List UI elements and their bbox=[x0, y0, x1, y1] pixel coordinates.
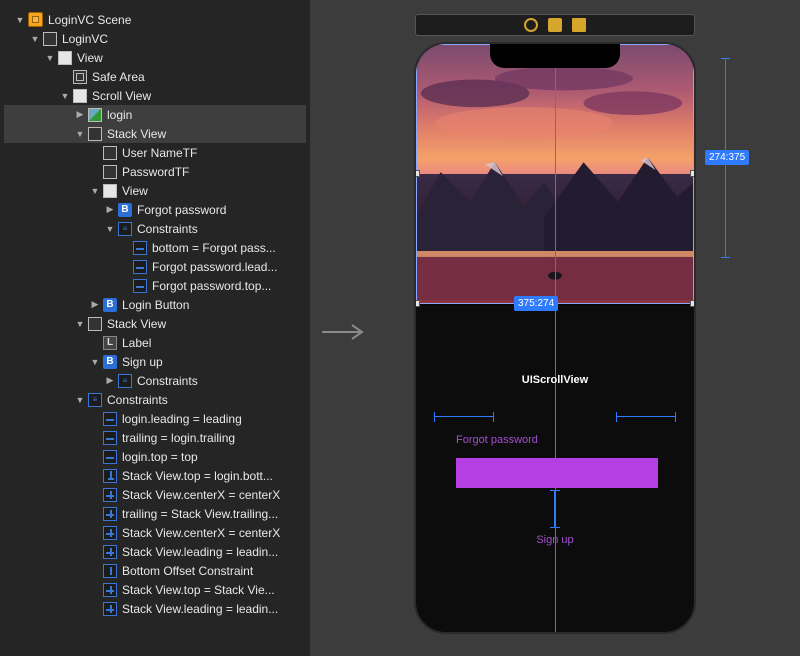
outline-row[interactable]: ▶BLogin Button bbox=[4, 295, 306, 314]
toolbar-button-3[interactable] bbox=[572, 18, 586, 32]
outline-item-label: View bbox=[77, 51, 103, 65]
outline-row[interactable]: Forgot password.top... bbox=[4, 276, 306, 295]
outline-item-label: Scroll View bbox=[92, 89, 151, 103]
disclosure-triangle-icon[interactable]: ▼ bbox=[29, 33, 41, 45]
outline-item-label: Stack View bbox=[107, 317, 166, 331]
outline-row[interactable]: ▼ View bbox=[4, 181, 306, 200]
login-button[interactable] bbox=[456, 458, 658, 488]
outline-item-label: Stack View.top = Stack Vie... bbox=[122, 583, 275, 597]
disclosure-triangle-icon[interactable]: ▼ bbox=[44, 52, 56, 64]
outline-item-label: login bbox=[107, 108, 132, 122]
outline-row[interactable]: ▶ login bbox=[4, 105, 306, 124]
outline-row[interactable]: Stack View.leading = leadin... bbox=[4, 542, 306, 561]
outline-row[interactable]: Stack View.leading = leadin... bbox=[4, 599, 306, 618]
disclosure-triangle-icon[interactable]: ▶ bbox=[104, 204, 116, 216]
spacing-guide-left bbox=[434, 412, 494, 422]
device-preview[interactable]: 375:274 UIScrollView Forgot password Sig… bbox=[414, 42, 696, 634]
outline-row[interactable]: Forgot password.lead... bbox=[4, 257, 306, 276]
outline-row[interactable]: ▼ Stack View bbox=[4, 314, 306, 333]
disclosure-triangle-icon[interactable]: ▼ bbox=[89, 356, 101, 368]
outline-row[interactable]: bottom = Forgot pass... bbox=[4, 238, 306, 257]
disclosure-triangle-icon[interactable]: ▶ bbox=[89, 299, 101, 311]
outline-item-label: Constraints bbox=[137, 222, 198, 236]
disclosure-triangle-icon[interactable]: ▼ bbox=[59, 90, 71, 102]
dimension-badge-right: 274:375 bbox=[705, 150, 749, 165]
outline-row[interactable]: ▼ Stack View bbox=[4, 124, 306, 143]
outline-item-label: Stack View.leading = leadin... bbox=[122, 602, 278, 616]
toolbar-button-1[interactable] bbox=[524, 18, 538, 32]
outline-item-label: login.top = top bbox=[122, 450, 198, 464]
outline-row[interactable]: ▼ View bbox=[4, 48, 306, 67]
outline-row[interactable]: Stack View.centerX = centerX bbox=[4, 523, 306, 542]
outline-item-label: Label bbox=[122, 336, 151, 350]
forgot-password-button[interactable]: Forgot password bbox=[456, 434, 538, 446]
outline-item-label: User NameTF bbox=[122, 146, 197, 160]
outline-row[interactable]: trailing = login.trailing bbox=[4, 428, 306, 447]
outline-row[interactable]: login.top = top bbox=[4, 447, 306, 466]
outline-item-label: Stack View.centerX = centerX bbox=[122, 526, 280, 540]
outline-item-label: Forgot password.lead... bbox=[152, 260, 277, 274]
outline-row[interactable]: ▶≡Constraints bbox=[4, 371, 306, 390]
outline-item-label: Login Button bbox=[122, 298, 189, 312]
outline-item-label: login.leading = leading bbox=[122, 412, 242, 426]
outline-row[interactable]: Stack View.top = login.bott... bbox=[4, 466, 306, 485]
outline-row[interactable]: ▼ LoginVC bbox=[4, 29, 306, 48]
outline-item-label: Stack View.top = login.bott... bbox=[122, 469, 273, 483]
outline-item-label: Forgot password bbox=[137, 203, 226, 217]
outline-item-label: Forgot password.top... bbox=[152, 279, 271, 293]
disclosure-triangle-icon[interactable]: ▼ bbox=[74, 318, 86, 330]
outline-row[interactable]: login.leading = leading bbox=[4, 409, 306, 428]
document-outline[interactable]: ▼ LoginVC Scene ▼ LoginVC ▼ View Safe Area ▼ Scr… bbox=[0, 0, 310, 656]
outline-row[interactable]: Stack View.centerX = centerX bbox=[4, 485, 306, 504]
disclosure-triangle-icon[interactable]: ▶ bbox=[104, 375, 116, 387]
disclosure-triangle-icon[interactable]: ▶ bbox=[74, 109, 86, 121]
interface-builder-canvas[interactable]: 375:274 UIScrollView Forgot password Sig… bbox=[310, 0, 800, 656]
outline-item-label: Safe Area bbox=[92, 70, 145, 84]
dimension-badge-image: 375:274 bbox=[514, 296, 558, 311]
outline-row[interactable]: trailing = Stack View.trailing... bbox=[4, 504, 306, 523]
toolbar-button-2[interactable] bbox=[548, 18, 562, 32]
outline-row[interactable]: ▼ Scroll View bbox=[4, 86, 306, 105]
outline-row[interactable]: User NameTF bbox=[4, 143, 306, 162]
outline-row[interactable]: ▼ LoginVC Scene bbox=[4, 10, 306, 29]
disclosure-triangle-icon[interactable]: ▼ bbox=[74, 394, 86, 406]
outline-row[interactable]: Stack View.top = Stack Vie... bbox=[4, 580, 306, 599]
outline-item-label: Constraints bbox=[137, 374, 198, 388]
outline-row[interactable]: ▼≡Constraints bbox=[4, 219, 306, 238]
outline-item-label: PasswordTF bbox=[122, 165, 189, 179]
outline-item-label: trailing = Stack View.trailing... bbox=[122, 507, 278, 521]
outline-item-label: View bbox=[122, 184, 148, 198]
outline-row[interactable]: ▼BSign up bbox=[4, 352, 306, 371]
outline-item-label: Stack View.leading = leadin... bbox=[122, 545, 278, 559]
outline-row[interactable]: LLabel bbox=[4, 333, 306, 352]
disclosure-triangle-icon[interactable]: ▼ bbox=[74, 128, 86, 140]
outline-item-label: Bottom Offset Constraint bbox=[122, 564, 253, 578]
segue-arrow-icon bbox=[320, 320, 366, 344]
outline-row[interactable]: Bottom Offset Constraint bbox=[4, 561, 306, 580]
outline-item-label: LoginVC bbox=[62, 32, 108, 46]
outline-item-label: Constraints bbox=[107, 393, 168, 407]
disclosure-triangle-icon[interactable]: ▼ bbox=[89, 185, 101, 197]
sign-up-button[interactable]: Sign up bbox=[536, 534, 573, 546]
outline-row[interactable]: ▼≡Constraints bbox=[4, 390, 306, 409]
outline-item-label: Stack View.centerX = centerX bbox=[122, 488, 280, 502]
outline-item-label: Sign up bbox=[122, 355, 163, 369]
outline-item-label: LoginVC Scene bbox=[48, 13, 131, 27]
device-notch bbox=[490, 44, 620, 68]
disclosure-triangle-icon[interactable]: ▼ bbox=[104, 223, 116, 235]
outline-item-label: trailing = login.trailing bbox=[122, 431, 235, 445]
outline-row[interactable]: ▶BForgot password bbox=[4, 200, 306, 219]
outline-row[interactable]: PasswordTF bbox=[4, 162, 306, 181]
disclosure-triangle-icon[interactable]: ▼ bbox=[14, 14, 26, 26]
spacing-guide-right bbox=[616, 412, 676, 422]
outline-row[interactable]: Safe Area bbox=[4, 67, 306, 86]
outline-item-label: Stack View bbox=[107, 127, 166, 141]
canvas-toolbar[interactable] bbox=[415, 14, 695, 36]
outline-item-label: bottom = Forgot pass... bbox=[152, 241, 276, 255]
spacing-guide-vertical bbox=[550, 490, 560, 528]
uiscrollview-label: UIScrollView bbox=[522, 374, 588, 386]
